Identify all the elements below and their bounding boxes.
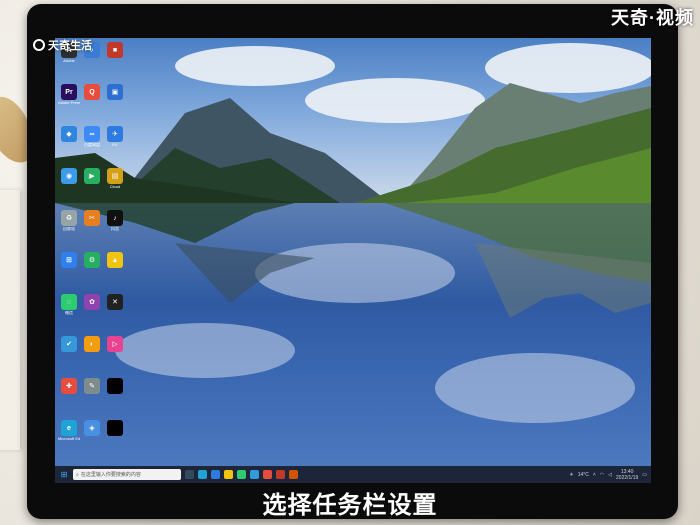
app-icon: ✕ (107, 294, 123, 310)
app-icon: ◐ (84, 336, 100, 352)
desktop-icon[interactable]: ▣ (104, 84, 126, 122)
desktop-icon[interactable]: ▤ Cloud (104, 168, 126, 206)
app-icon: ✎ (84, 378, 100, 394)
desktop-icon[interactable]: ▷ (104, 336, 126, 374)
desktop-icon[interactable]: ◌ 微信 (58, 294, 80, 332)
desktop-icon[interactable]: ✔ (58, 336, 80, 374)
desktop-icon[interactable]: ✂ (81, 210, 103, 248)
app-icon: ✔ (61, 336, 77, 352)
clock-date: 2022/1/19 (616, 474, 639, 481)
watermark-right: 天奇·视频 (611, 8, 694, 28)
app-icon: ◆ (61, 126, 77, 142)
desktop-icon[interactable]: ♪ 抖音 (104, 210, 126, 248)
app-icon: ▣ (107, 84, 123, 100)
app-icon: ✿ (84, 294, 100, 310)
desktop-icon[interactable]: ▶ (81, 168, 103, 206)
desktop-icon-label: Adobe Premie (58, 101, 80, 105)
app-icon: ⊞ (61, 252, 77, 268)
desktop-icon-label: EV (112, 143, 118, 147)
desktop-icon[interactable]: ♻ 回收站 (58, 210, 80, 248)
desktop-icon[interactable]: ▲ (104, 252, 126, 290)
desktop-icon[interactable]: ◐ (81, 336, 103, 374)
system-tray: ☀ 14°C ˄ ◠ ◁ 13:40 2022/1/19 ▭ (569, 469, 647, 481)
app-icon: ▶ (84, 168, 100, 184)
chevron-up-icon[interactable]: ˄ (593, 472, 596, 478)
watermark-left-text: 天奇生活 (48, 40, 92, 52)
desktop-icon[interactable]: ⊞ (58, 252, 80, 290)
app-icon: e (61, 420, 77, 436)
app-icon: ∞ (84, 126, 100, 142)
app-taskbar-icon[interactable] (250, 470, 259, 479)
app-icon: ✈ (107, 126, 123, 142)
file-explorer-icon[interactable] (224, 470, 233, 479)
desktop-icon-grid: AAdobe♪■PrAdobe PremieQ▣◆∞百度网盘✈EV◉▶▤Clou… (58, 42, 128, 458)
app-icon: ◈ (84, 420, 100, 436)
desktop-icon[interactable]: ◆ (58, 126, 80, 164)
desktop-screen: AAdobe♪■PrAdobe PremieQ▣◆∞百度网盘✈EV◉▶▤Clou… (55, 38, 651, 483)
app-taskbar-icon[interactable] (289, 470, 298, 479)
task-view-icon[interactable] (185, 470, 194, 479)
app-icon: ♪ (107, 210, 123, 226)
desktop-icon-label: Cloud (109, 185, 121, 189)
desktop-icon[interactable]: ◉ (58, 168, 80, 206)
desktop-icon-label: Microsoft Edge (58, 437, 80, 441)
wallpaper-lake (55, 203, 651, 483)
search-placeholder: 在这里输入你要搜索的内容 (80, 472, 141, 478)
desktop-icon[interactable]: ✈ EV (104, 126, 126, 164)
desktop-icon-label: 回收站 (63, 227, 75, 231)
logo-icon (33, 39, 45, 51)
desktop-icon-label: Adobe (63, 59, 75, 63)
search-icon: ⌕ (76, 471, 79, 478)
watermark-logo-left: 天奇生活 (33, 37, 92, 53)
desktop-icon-label: 抖音 (111, 227, 119, 231)
desktop-icon[interactable]: ✕ (104, 294, 126, 332)
app-icon: Q (84, 84, 100, 100)
app-icon: ✚ (61, 378, 77, 394)
app-icon: ■ (107, 42, 123, 58)
video-caption: 选择任务栏设置 (262, 492, 438, 519)
app-icon (107, 378, 123, 394)
app-icon: ✂ (84, 210, 100, 226)
clock[interactable]: 13:40 2022/1/19 (616, 469, 638, 481)
app-icon: Pr (61, 84, 77, 100)
decor-notebook (0, 190, 20, 450)
app-icon: ♻ (61, 210, 77, 226)
desktop-icon-label: 百度网盘 (84, 143, 100, 147)
windows-icon: ⊞ (60, 470, 68, 479)
desktop-icon[interactable]: ⚙ (81, 252, 103, 290)
app-icon: ▷ (107, 336, 123, 352)
desktop-icon[interactable]: ✎ (81, 378, 103, 416)
desktop-icon[interactable]: ■ (104, 42, 126, 80)
desktop-icon-label: 微信 (65, 311, 73, 315)
desktop-icon[interactable]: ∞ 百度网盘 (81, 126, 103, 164)
taskbar-search-box[interactable]: ⌕ 在这里输入你要搜索的内容 (73, 469, 181, 480)
app-taskbar-icon[interactable] (263, 470, 272, 479)
desktop-icon[interactable]: Q (81, 84, 103, 122)
start-button[interactable]: ⊞ (59, 470, 69, 480)
app-icon: ⚙ (84, 252, 100, 268)
volume-icon[interactable]: ◁ (608, 472, 612, 478)
desktop-icon[interactable] (104, 420, 126, 458)
weather-icon[interactable]: ☀ (569, 472, 573, 478)
edge-taskbar-icon[interactable] (198, 470, 207, 479)
app-icon: ◉ (61, 168, 77, 184)
desktop-icon[interactable]: eMicrosoft Edge (58, 420, 80, 458)
wechat-taskbar-icon[interactable] (237, 470, 246, 479)
weather-temp[interactable]: 14°C (578, 472, 589, 478)
desktop-icon[interactable]: ✚ (58, 378, 80, 416)
desktop-icon[interactable]: ✿ (81, 294, 103, 332)
app-icon: ◌ (61, 294, 77, 310)
desktop-icon[interactable] (104, 378, 126, 416)
app-icon: ▲ (107, 252, 123, 268)
desktop-icon[interactable]: PrAdobe Premie (58, 84, 80, 122)
app-icon (107, 420, 123, 436)
notification-icon[interactable]: ▭ (642, 472, 647, 478)
desktop-icon[interactable]: ◈ (81, 420, 103, 458)
taskbar: ⊞ ⌕ 在这里输入你要搜索的内容 ☀ 14°C ˄ ◠ ◁ 13:40 2022… (55, 466, 651, 483)
app-taskbar-icon[interactable] (211, 470, 220, 479)
wps-icon[interactable] (276, 470, 285, 479)
app-icon: ▤ (107, 168, 123, 184)
network-icon[interactable]: ◠ (600, 472, 604, 478)
